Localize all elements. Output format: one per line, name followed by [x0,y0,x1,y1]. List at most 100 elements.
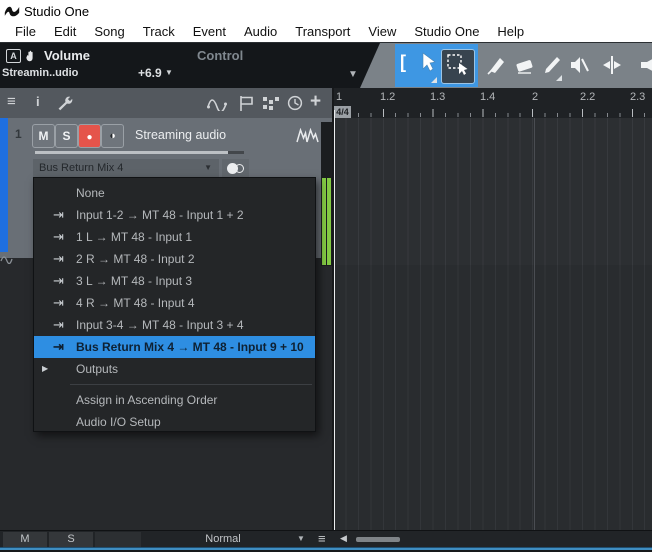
track-number: 1 [15,127,22,141]
inspector-icon[interactable]: i [36,94,40,109]
menu-file[interactable]: File [6,22,45,42]
menu-help[interactable]: Help [488,22,533,42]
track-color-strip[interactable] [0,118,8,252]
menu-item-4R[interactable]: ⇥ 4 R → MT 48 - Input 4 [34,292,315,314]
automation-icon[interactable] [207,96,227,111]
menu-transport[interactable]: Transport [286,22,359,42]
bottom-mute-button[interactable]: M [3,532,47,547]
ruler-major-ticks [334,109,652,117]
track-name[interactable]: Streaming audio [135,128,226,142]
input-route-icon: ⇥ [53,339,64,354]
mute-tool-icon[interactable] [568,54,590,76]
stereo-right-icon [235,163,244,173]
param-name-label: Volume [44,48,90,63]
track-input-value: Bus Return Mix 4 [39,162,124,174]
studio-one-window: Studio One File Edit Song Track Event Au… [0,0,652,552]
menu-view[interactable]: View [359,22,405,42]
paint-tool-icon[interactable] [541,54,563,76]
window-title: Studio One [24,4,90,19]
app-logo-icon [4,6,20,17]
paint-tool-flyout-icon[interactable] [556,75,562,81]
split-tool-icon[interactable] [486,54,508,76]
automation-expand-icon[interactable] [0,255,13,264]
menu-studio-one[interactable]: Studio One [405,22,488,42]
arrange-empty-area[interactable] [334,265,652,530]
bottom-empty-cell [95,532,141,547]
track-level-meter [321,122,332,266]
menu-separator [70,384,312,385]
param-value[interactable]: +6.9 [138,66,162,80]
bottom-menu-icon[interactable]: ≡ [318,531,326,546]
track-input-select[interactable]: Bus Return Mix 4 ▼ [33,159,219,177]
control-dropdown-icon[interactable]: ▼ [348,69,358,80]
menu-event[interactable]: Event [184,22,235,42]
auto-mode-icon[interactable]: A [6,49,21,63]
menu-item-input-1-2[interactable]: ⇥ Input 1-2 → MT 48 - Input 1 + 2 [34,204,315,226]
menu-item-3L[interactable]: ⇥ 3 L → MT 48 - Input 3 [34,270,315,292]
ruler-tick-label: 1 [336,91,343,103]
menu-bar: File Edit Song Track Event Audio Transpo… [0,22,652,42]
ruler-tick-label: 2.3 [630,91,646,103]
bottom-solo-button[interactable]: S [49,532,93,547]
bend-tool-icon[interactable] [601,54,623,76]
grid-icon[interactable] [262,96,279,111]
menu-item-bus-return-mix-4[interactable]: ⇥ Bus Return Mix 4 → MT 48 - Input 9 + 1… [34,336,315,358]
arrange-track-lane[interactable] [334,118,652,265]
horizontal-scrollbar[interactable] [356,537,400,542]
eraser-tool-icon[interactable] [514,54,536,76]
input-route-icon: ⇥ [53,229,64,244]
arrow-tool-flyout-icon[interactable] [431,77,437,83]
flag-icon[interactable] [238,95,254,112]
track-volume-slider[interactable] [35,151,228,154]
title-bar: Studio One [0,0,652,22]
input-routing-menu: None ⇥ Input 1-2 → MT 48 - Input 1 + 2 ⇥… [33,177,316,432]
menu-track[interactable]: Track [134,22,184,42]
clock-icon[interactable] [287,95,303,111]
playhead-cursor[interactable] [334,110,335,530]
menu-item-input-3-4[interactable]: ⇥ Input 3-4 → MT 48 - Input 3 + 4 [34,314,315,336]
input-route-icon: ⇥ [53,317,64,332]
track-solo-button[interactable]: S [55,124,78,148]
menu-edit[interactable]: Edit [45,22,85,42]
menu-item-outputs[interactable]: ▶ Outputs [34,358,315,380]
toolbar: A Volume Control Streamin..udio +6.9 ▼ ▼… [0,43,652,88]
waveform-icon [296,128,319,143]
input-route-icon: ⇥ [53,207,64,222]
meter-bar-right [327,178,331,265]
wrench-icon[interactable] [56,95,73,112]
range-tool-icon [447,54,468,75]
automation-control-panel[interactable]: A Volume Control Streamin..udio +6.9 ▼ ▼ [0,43,380,88]
menu-song[interactable]: Song [85,22,133,42]
hand-tool-icon[interactable] [23,48,39,64]
input-route-icon: ⇥ [53,273,64,288]
param-track-label: Streamin..udio [2,67,79,79]
track-volume-slider-rest [228,151,244,154]
menu-item-none[interactable]: None [34,182,315,204]
menu-item-assign-ascending[interactable]: Assign in Ascending Order [34,389,315,411]
time-signature-badge[interactable]: 4/4 [334,106,351,118]
track-record-button[interactable]: ● [78,124,101,148]
snap-mode-caret-icon[interactable]: ▼ [297,534,305,543]
menu-item-1L[interactable]: ⇥ 1 L → MT 48 - Input 1 [34,226,315,248]
timeline-ruler[interactable]: 1 1.2 1.3 1.4 2 2.2 2.3 [334,88,652,118]
menu-item-audio-io-setup[interactable]: Audio I/O Setup [34,411,315,433]
stereo-mono-toggle[interactable] [222,159,249,177]
snap-mode-select[interactable]: Normal [143,532,303,547]
scroll-left-icon[interactable]: ◀ [340,533,347,544]
menu-item-2R[interactable]: ⇥ 2 R → MT 48 - Input 2 [34,248,315,270]
control-label: Control [197,48,244,63]
ruler-tick-label: 1.2 [380,91,396,103]
track-mute-button[interactable]: M [32,124,55,148]
range-tool-selected[interactable] [441,49,475,84]
track-list-menu-icon[interactable]: ≡ [7,93,16,110]
param-value-caret-icon[interactable]: ▼ [165,68,173,77]
menu-audio[interactable]: Audio [235,22,286,42]
range-start-icon[interactable]: [ [400,52,406,73]
listen-tool-icon[interactable] [638,54,652,76]
selection-tools-group: [ [395,44,478,87]
bar-gridline [534,118,535,530]
track-monitor-button[interactable]: ● ◐ [101,124,124,148]
ruler-tick-label: 2 [532,91,539,103]
add-track-icon[interactable]: + [310,91,321,113]
arrow-tool-icon[interactable] [419,52,437,74]
